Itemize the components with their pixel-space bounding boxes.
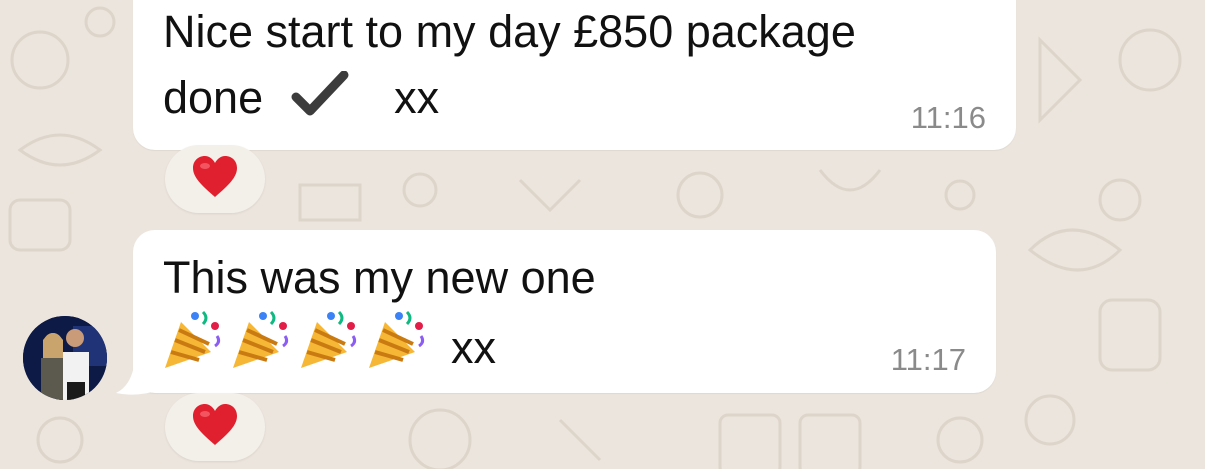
message-2-tail	[116, 351, 156, 395]
sender-avatar[interactable]	[23, 316, 107, 400]
message-2-emoji-row	[161, 308, 429, 377]
party-popper-icon	[229, 308, 293, 377]
message-2-reaction[interactable]	[165, 393, 265, 461]
party-popper-icon	[297, 308, 361, 377]
message-bubble-2[interactable]: This was my new one xx 11:17	[133, 230, 996, 393]
message-1-suffix: xx	[394, 72, 440, 123]
heart-icon	[191, 155, 239, 204]
message-bubble-1[interactable]: Nice start to my day £850 package done x…	[133, 0, 1016, 150]
party-popper-icon	[365, 308, 429, 377]
heart-icon	[191, 403, 239, 452]
party-popper-icon	[161, 308, 225, 377]
message-1-timestamp: 11:16	[910, 100, 986, 135]
check-mark-icon	[290, 70, 350, 116]
message-1-line-2: done xx	[163, 66, 439, 130]
message-1-prefix: done	[163, 72, 264, 123]
message-2-line-1: This was my new one	[163, 252, 596, 303]
message-1-line-1: Nice start to my day £850 package	[163, 6, 856, 57]
message-1-reaction[interactable]	[165, 145, 265, 213]
message-2-timestamp: 11:17	[890, 342, 966, 377]
message-2-suffix: xx	[451, 322, 496, 373]
